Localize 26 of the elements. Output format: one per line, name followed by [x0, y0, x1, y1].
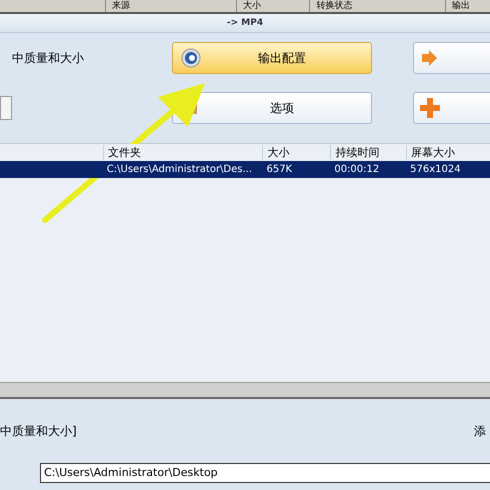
gear-icon	[181, 48, 201, 68]
column-header: 来源	[105, 0, 236, 12]
column-header: 输出	[444, 0, 490, 12]
table-cell-text: 657K	[265, 164, 294, 175]
column-header: 屏幕大小	[406, 145, 490, 160]
format-title: -> MP4	[226, 18, 264, 28]
table-cell-text: 576x1024	[409, 164, 462, 175]
arrow-icon	[420, 49, 438, 67]
output-folder-field[interactable]: C:\Users\Administrator\Desktop	[40, 463, 490, 483]
column-header: 持续时间	[330, 145, 406, 160]
side-button[interactable]	[413, 92, 490, 124]
splitter-bar[interactable]	[0, 382, 490, 399]
file-row[interactable]: C:\Users\Administrator\Des... 657K 00:00:12 576x1024	[0, 161, 490, 178]
table-cell-text: 00:00:12	[333, 164, 380, 175]
column-header: 大小	[236, 0, 310, 12]
output-settings-button[interactable]: 输出配置	[172, 42, 372, 74]
quality-label: 中质量和大小	[11, 50, 85, 66]
table-cell-text: C:\Users\Administrator\Des...	[106, 164, 254, 175]
column-header: 大小	[262, 145, 330, 160]
small-button[interactable]	[0, 96, 12, 120]
side-button[interactable]	[413, 42, 490, 74]
plus-icon	[420, 98, 440, 118]
column-header: 文件夹	[102, 145, 262, 160]
add-label: 添	[474, 423, 486, 440]
quality-label: 中质量和大小]	[0, 423, 77, 440]
column-header: 转换状态	[309, 0, 445, 12]
